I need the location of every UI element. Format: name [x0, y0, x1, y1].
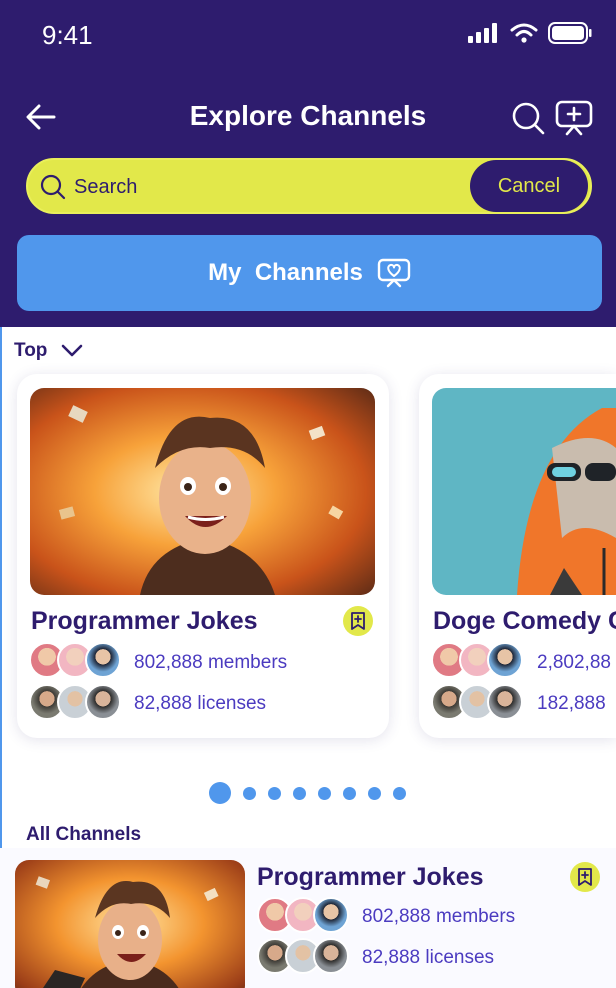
carousel-dot[interactable] [318, 786, 331, 800]
license-avatars [257, 938, 349, 974]
carousel-dot[interactable] [209, 782, 231, 804]
channel-card[interactable]: Programmer Jokes 802,888 members 82,888 … [17, 374, 389, 738]
bookmark-add-icon [351, 612, 365, 630]
status-icons [468, 22, 592, 44]
licenses-count: 82,888 licenses [134, 693, 267, 714]
carousel-dot[interactable] [293, 786, 306, 800]
licenses-count: 82,888 licenses [362, 947, 495, 968]
bookmark-add-icon [578, 868, 592, 886]
my-channels-label: My Channels [208, 259, 363, 286]
carousel-dot[interactable] [243, 786, 256, 800]
avatar [85, 642, 121, 678]
my-channels-button[interactable]: My Channels [17, 235, 602, 311]
search-field-icon [40, 174, 66, 205]
avatar [313, 897, 349, 933]
avatar [313, 938, 349, 974]
status-time: 9:41 [42, 20, 93, 50]
search-bar: Cancel [26, 158, 592, 214]
channel-card[interactable]: Doge Comedy Cl 2,802,88 182,888 [419, 374, 616, 738]
heart-screen-icon [377, 258, 411, 288]
signal-icon [468, 23, 497, 43]
wifi-icon [510, 23, 538, 43]
channel-title: Programmer Jokes [257, 863, 484, 891]
sort-label: Top [14, 340, 48, 361]
cancel-button[interactable]: Cancel [470, 160, 588, 212]
licenses-count: 182,888 [537, 693, 606, 714]
carousel-dot[interactable] [368, 786, 381, 800]
search-button[interactable] [510, 100, 546, 136]
channel-image [432, 388, 616, 595]
member-avatars [29, 642, 121, 678]
channel-title: Doge Comedy Cl [433, 607, 616, 635]
chevron-down-icon [62, 344, 83, 357]
section-title: All Channels [26, 824, 142, 845]
header: 9:41 Explore Channels Search Cancel My C… [0, 0, 616, 327]
carousel-dot[interactable] [268, 786, 281, 800]
members-count: 802,888 members [362, 906, 516, 927]
avatar [85, 684, 121, 720]
carousel-dot[interactable] [393, 786, 406, 800]
license-avatars [431, 684, 523, 720]
carousel-dot[interactable] [343, 786, 356, 800]
members-count: 2,802,88 [537, 652, 611, 673]
sort-dropdown[interactable]: Top [14, 340, 83, 362]
channel-title: Programmer Jokes [31, 607, 258, 635]
magnifier-icon [40, 174, 66, 200]
carousel-pagination [209, 782, 406, 804]
search-input[interactable] [74, 173, 434, 201]
avatar [487, 642, 523, 678]
add-channel-icon [555, 100, 593, 136]
members-count: 802,888 members [134, 652, 288, 673]
member-avatars [431, 642, 523, 678]
member-avatars [257, 897, 349, 933]
add-channel-button[interactable] [555, 100, 593, 136]
bookmark-button[interactable] [343, 606, 373, 636]
channel-image [15, 860, 245, 988]
avatar [487, 684, 523, 720]
channel-image [30, 388, 375, 595]
search-icon [512, 102, 545, 135]
license-avatars [29, 684, 121, 720]
battery-icon [548, 22, 592, 44]
bookmark-button[interactable] [570, 862, 600, 892]
